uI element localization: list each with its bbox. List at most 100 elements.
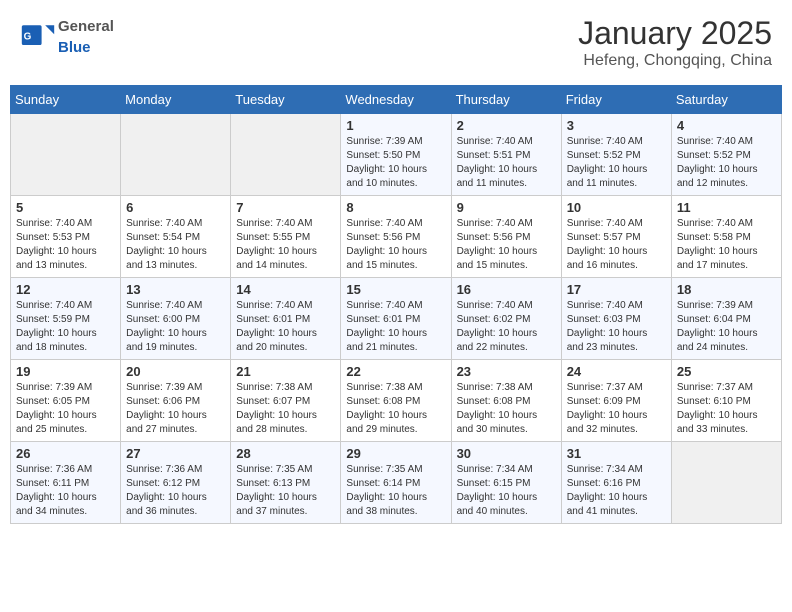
calendar-cell [231, 114, 341, 196]
calendar-week-row: 19 Sunrise: 7:39 AM Sunset: 6:05 PM Dayli… [11, 360, 782, 442]
calendar-cell: 22 Sunrise: 7:38 AM Sunset: 6:08 PM Dayli… [341, 360, 451, 442]
day-info: Sunrise: 7:38 AM Sunset: 6:08 PM Dayligh… [457, 381, 556, 437]
calendar-cell: 28 Sunrise: 7:35 AM Sunset: 6:13 PM Dayli… [231, 442, 341, 524]
day-info: Sunrise: 7:34 AM Sunset: 6:15 PM Dayligh… [457, 463, 556, 519]
day-number: 20 [126, 364, 225, 379]
calendar-cell: 30Sunrise: 7:34 AM Sunset: 6:15 PM Dayli… [451, 442, 561, 524]
day-number: 9 [457, 200, 556, 215]
calendar-cell [11, 114, 121, 196]
calendar-day-header: Saturday [671, 86, 781, 114]
day-number: 10 [567, 200, 666, 215]
day-info: Sunrise: 7:40 AM Sunset: 5:53 PM Dayligh… [16, 217, 115, 273]
calendar-header-row: SundayMondayTuesdayWednesdayThursdayFrid… [11, 86, 782, 114]
calendar-day-header: Friday [561, 86, 671, 114]
day-number: 24 [567, 364, 666, 379]
day-info: Sunrise: 7:39 AM Sunset: 5:50 PM Dayligh… [346, 135, 445, 191]
day-info: Sunrise: 7:38 AM Sunset: 6:07 PM Dayligh… [236, 381, 335, 437]
day-number: 2 [457, 118, 556, 133]
day-info: Sunrise: 7:40 AM Sunset: 5:57 PM Dayligh… [567, 217, 666, 273]
calendar-cell: 11 Sunrise: 7:40 AM Sunset: 5:58 PM Dayli… [671, 196, 781, 278]
day-info: Sunrise: 7:40 AM Sunset: 6:00 PM Dayligh… [126, 299, 225, 355]
day-number: 11 [677, 200, 776, 215]
day-number: 19 [16, 364, 115, 379]
day-number: 21 [236, 364, 335, 379]
calendar-cell: 17 Sunrise: 7:40 AM Sunset: 6:03 PM Dayli… [561, 278, 671, 360]
day-info: Sunrise: 7:40 AM Sunset: 5:59 PM Dayligh… [16, 299, 115, 355]
day-number: 23 [457, 364, 556, 379]
day-info: Sunrise: 7:40 AM Sunset: 5:58 PM Dayligh… [677, 217, 776, 273]
day-info: Sunrise: 7:35 AM Sunset: 6:13 PM Dayligh… [236, 463, 335, 519]
day-number: 16 [457, 282, 556, 297]
calendar-cell: 27Sunrise: 7:36 AM Sunset: 6:12 PM Dayli… [121, 442, 231, 524]
logo-blue: Blue [58, 39, 91, 56]
calendar-cell: 2 Sunrise: 7:40 AM Sunset: 5:51 PM Daylig… [451, 114, 561, 196]
day-number: 22 [346, 364, 445, 379]
title-section: January 2025 Hefeng, Chongqing, China [578, 15, 772, 70]
day-number: 4 [677, 118, 776, 133]
day-info: Sunrise: 7:40 AM Sunset: 5:55 PM Dayligh… [236, 217, 335, 273]
calendar-cell [671, 442, 781, 524]
calendar-cell: 13 Sunrise: 7:40 AM Sunset: 6:00 PM Dayli… [121, 278, 231, 360]
day-number: 31 [567, 446, 666, 461]
calendar-cell: 8 Sunrise: 7:40 AM Sunset: 5:56 PM Daylig… [341, 196, 451, 278]
calendar-cell: 15Sunrise: 7:40 AM Sunset: 6:01 PM Dayli… [341, 278, 451, 360]
day-info: Sunrise: 7:35 AM Sunset: 6:14 PM Dayligh… [346, 463, 445, 519]
day-info: Sunrise: 7:40 AM Sunset: 5:52 PM Dayligh… [677, 135, 776, 191]
calendar-week-row: 1 Sunrise: 7:39 AM Sunset: 5:50 PM Daylig… [11, 114, 782, 196]
svg-text:G: G [24, 32, 32, 43]
calendar-cell: 25Sunrise: 7:37 AM Sunset: 6:10 PM Dayli… [671, 360, 781, 442]
calendar-cell: 4 Sunrise: 7:40 AM Sunset: 5:52 PM Daylig… [671, 114, 781, 196]
calendar-week-row: 26Sunrise: 7:36 AM Sunset: 6:11 PM Dayli… [11, 442, 782, 524]
day-info: Sunrise: 7:40 AM Sunset: 6:02 PM Dayligh… [457, 299, 556, 355]
day-number: 28 [236, 446, 335, 461]
day-info: Sunrise: 7:39 AM Sunset: 6:05 PM Dayligh… [16, 381, 115, 437]
day-number: 14 [236, 282, 335, 297]
calendar-cell: 12 Sunrise: 7:40 AM Sunset: 5:59 PM Dayli… [11, 278, 121, 360]
calendar-day-header: Tuesday [231, 86, 341, 114]
day-number: 13 [126, 282, 225, 297]
day-number: 8 [346, 200, 445, 215]
day-info: Sunrise: 7:40 AM Sunset: 6:03 PM Dayligh… [567, 299, 666, 355]
calendar-cell: 18Sunrise: 7:39 AM Sunset: 6:04 PM Dayli… [671, 278, 781, 360]
day-info: Sunrise: 7:39 AM Sunset: 6:04 PM Dayligh… [677, 299, 776, 355]
day-info: Sunrise: 7:40 AM Sunset: 5:56 PM Dayligh… [346, 217, 445, 273]
day-info: Sunrise: 7:40 AM Sunset: 5:51 PM Dayligh… [457, 135, 556, 191]
day-number: 12 [16, 282, 115, 297]
calendar-cell: 26Sunrise: 7:36 AM Sunset: 6:11 PM Dayli… [11, 442, 121, 524]
day-info: Sunrise: 7:40 AM Sunset: 5:52 PM Dayligh… [567, 135, 666, 191]
calendar-cell: 23 Sunrise: 7:38 AM Sunset: 6:08 PM Dayli… [451, 360, 561, 442]
calendar-table: SundayMondayTuesdayWednesdayThursdayFrid… [10, 85, 782, 524]
day-info: Sunrise: 7:37 AM Sunset: 6:09 PM Dayligh… [567, 381, 666, 437]
logo: G General Blue [20, 15, 114, 57]
calendar-cell: 9Sunrise: 7:40 AM Sunset: 5:56 PM Daylig… [451, 196, 561, 278]
calendar-cell: 19 Sunrise: 7:39 AM Sunset: 6:05 PM Dayli… [11, 360, 121, 442]
calendar-cell: 29 Sunrise: 7:35 AM Sunset: 6:14 PM Dayli… [341, 442, 451, 524]
calendar-cell: 7Sunrise: 7:40 AM Sunset: 5:55 PM Daylig… [231, 196, 341, 278]
calendar-cell [121, 114, 231, 196]
calendar-day-header: Monday [121, 86, 231, 114]
calendar-subtitle: Hefeng, Chongqing, China [578, 52, 772, 70]
calendar-day-header: Wednesday [341, 86, 451, 114]
calendar-cell: 20 Sunrise: 7:39 AM Sunset: 6:06 PM Dayli… [121, 360, 231, 442]
day-number: 3 [567, 118, 666, 133]
calendar-cell: 6Sunrise: 7:40 AM Sunset: 5:54 PM Daylig… [121, 196, 231, 278]
page-header: G General Blue January 2025 Hefeng, Chon… [10, 10, 782, 75]
calendar-cell: 1 Sunrise: 7:39 AM Sunset: 5:50 PM Daylig… [341, 114, 451, 196]
day-number: 27 [126, 446, 225, 461]
calendar-title: January 2025 [578, 15, 772, 52]
day-number: 17 [567, 282, 666, 297]
day-info: Sunrise: 7:39 AM Sunset: 6:06 PM Dayligh… [126, 381, 225, 437]
calendar-cell: 10 Sunrise: 7:40 AM Sunset: 5:57 PM Dayli… [561, 196, 671, 278]
day-info: Sunrise: 7:38 AM Sunset: 6:08 PM Dayligh… [346, 381, 445, 437]
day-info: Sunrise: 7:40 AM Sunset: 6:01 PM Dayligh… [346, 299, 445, 355]
calendar-cell: 3 Sunrise: 7:40 AM Sunset: 5:52 PM Daylig… [561, 114, 671, 196]
day-number: 29 [346, 446, 445, 461]
calendar-day-header: Thursday [451, 86, 561, 114]
day-number: 25 [677, 364, 776, 379]
day-info: Sunrise: 7:40 AM Sunset: 5:54 PM Dayligh… [126, 217, 225, 273]
calendar-cell: 24 Sunrise: 7:37 AM Sunset: 6:09 PM Dayli… [561, 360, 671, 442]
calendar-cell: 16 Sunrise: 7:40 AM Sunset: 6:02 PM Dayli… [451, 278, 561, 360]
calendar-cell: 31Sunrise: 7:34 AM Sunset: 6:16 PM Dayli… [561, 442, 671, 524]
day-number: 1 [346, 118, 445, 133]
calendar-cell: 5Sunrise: 7:40 AM Sunset: 5:53 PM Daylig… [11, 196, 121, 278]
